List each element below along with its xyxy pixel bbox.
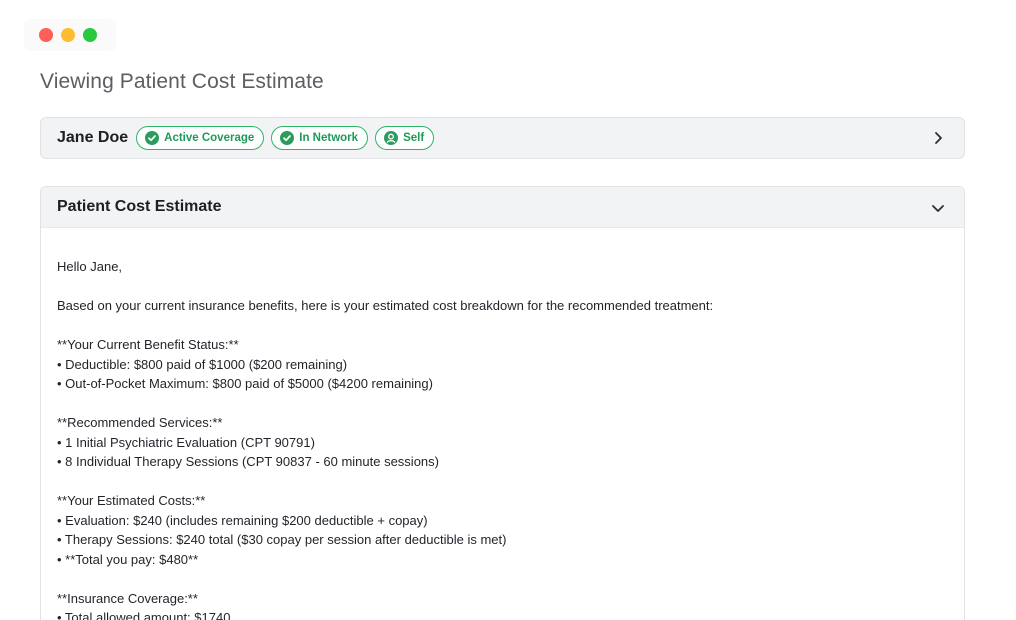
- services-heading: **Recommended Services:**: [57, 415, 223, 430]
- list-item: • **Total you pay: $480**: [57, 551, 199, 567]
- intro-text: Based on your current insurance benefits…: [57, 298, 714, 313]
- badge-label: In Network: [299, 132, 359, 144]
- list-item: • Deductible: $800 paid of $1000 ($200 r…: [57, 356, 348, 372]
- insurance-coverage-heading: **Insurance Coverage:**: [57, 590, 198, 606]
- greeting-text: Hello Jane,: [57, 259, 123, 274]
- page-title: Viewing Patient Cost Estimate: [40, 70, 324, 93]
- in-network-badge: In Network: [271, 126, 369, 150]
- cost-estimate-body: Hello Jane, Based on your current insura…: [41, 228, 964, 620]
- cost-estimate-panel: Patient Cost Estimate Hello Jane, Based …: [40, 186, 965, 620]
- patient-name: Jane Doe: [57, 129, 129, 146]
- active-coverage-badge: Active Coverage: [136, 126, 265, 150]
- close-window-button[interactable]: [39, 28, 53, 42]
- list-item: • Out-of-Pocket Maximum: $800 paid of $5…: [57, 376, 433, 391]
- maximize-window-button[interactable]: [83, 28, 97, 42]
- self-badge: Self: [375, 126, 435, 150]
- list-item: • Therapy Sessions: $240 total ($30 copa…: [57, 532, 507, 547]
- badge-label: Self: [403, 132, 425, 144]
- list-item: • Total allowed amount: $1740: [57, 610, 231, 620]
- window-controls: [24, 19, 116, 51]
- list-item: • Evaluation: $240 (includes remaining $…: [57, 512, 428, 528]
- check-circle-icon: [280, 131, 295, 145]
- cost-estimate-header[interactable]: Patient Cost Estimate: [41, 187, 964, 228]
- person-circle-icon: [384, 131, 399, 145]
- list-item: • 1 Initial Psychiatric Evaluation (CPT …: [57, 434, 315, 450]
- chevron-down-icon[interactable]: [930, 200, 946, 216]
- patient-summary-bar[interactable]: Jane Doe Active Coverage In Network Self: [40, 117, 965, 159]
- estimated-costs-heading: **Your Estimated Costs:**: [57, 493, 206, 508]
- badge-label: Active Coverage: [164, 132, 255, 144]
- minimize-window-button[interactable]: [61, 28, 75, 42]
- list-item: • 8 Individual Therapy Sessions (CPT 908…: [57, 454, 439, 469]
- check-circle-icon: [145, 131, 160, 145]
- cost-estimate-title: Patient Cost Estimate: [57, 198, 222, 215]
- benefit-status-heading: **Your Current Benefit Status:**: [57, 337, 239, 352]
- chevron-right-icon[interactable]: [930, 130, 946, 146]
